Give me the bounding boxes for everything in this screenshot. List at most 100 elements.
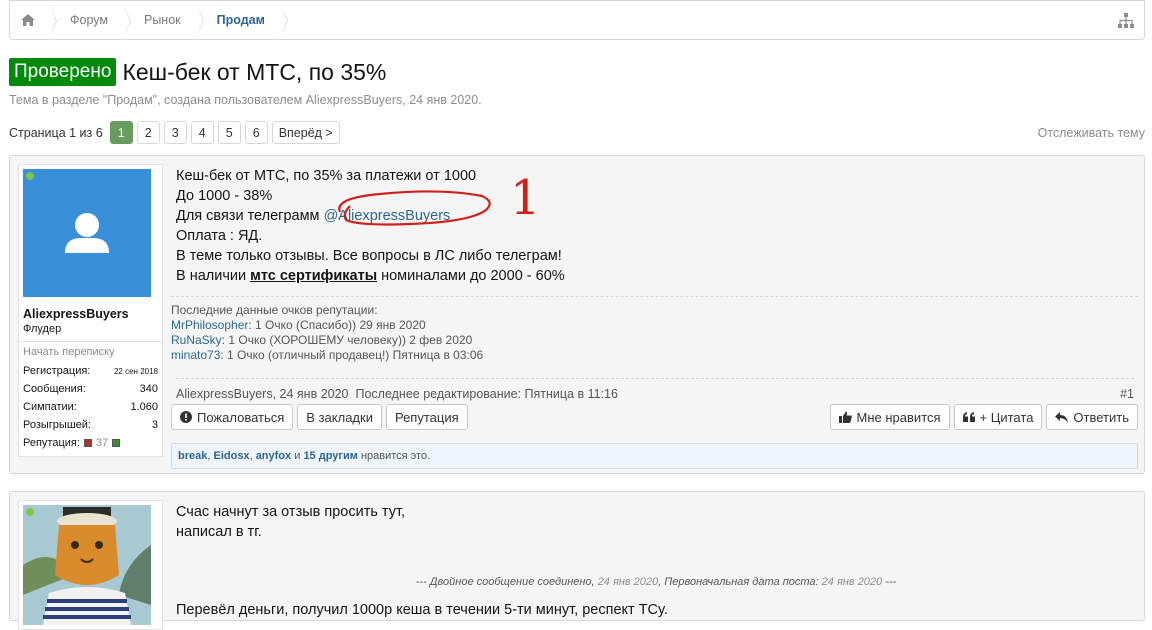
stat-value: 340 [139,383,158,395]
reply-label: Ответить [1073,409,1129,425]
report-label: Пожаловаться [197,409,285,425]
user-title: Флудер [23,323,62,335]
thread-title: Кеш-бек от МТС, по 35% [122,58,387,85]
message-text: В наличии [176,268,247,284]
post-date: 24 янв 2020 [279,387,349,401]
page-button-6[interactable]: 6 [244,121,268,144]
breadcrumb-item-sell[interactable]: Продам [195,1,289,41]
message-line: В наличии мтс сертификаты номиналами до … [176,266,1136,286]
merged-date: 24 янв 2020 [821,576,883,588]
merged-date: 24 янв 2020 [597,576,659,588]
avatar[interactable] [23,169,151,297]
certificates-link[interactable]: мтс сертификаты [250,268,377,284]
post-edited: Последнее редактирование: Пятница в 11:1… [355,387,618,401]
page-button-5[interactable]: 5 [217,121,241,144]
user-stat-row: Репутация: 37 [23,434,158,452]
rep-date: Пятница в 03:06 [392,348,484,362]
start-conversation-link[interactable]: Начать переписку [23,346,158,358]
sitemap-icon[interactable] [1118,13,1134,28]
avatar[interactable] [23,505,151,625]
report-button[interactable]: Пожаловаться [171,404,294,430]
alert-icon [180,411,192,423]
rep-plus-icon [112,439,121,447]
rep-minus-icon [83,439,92,447]
post: AliexpressBuyers Флудер Начать переписку… [9,155,1145,474]
post: Счас начнут за отзыв просить тут, написа… [9,491,1145,630]
default-user-icon [65,213,109,253]
next-page-button[interactable]: Вперёд > [271,121,340,144]
message-line: В теме только отзывы. Все вопросы в ЛС л… [176,248,562,264]
reply-button[interactable]: Ответить [1046,404,1138,430]
user-info: AliexpressBuyers Флудер Начать переписку… [18,164,163,457]
home-icon [21,14,35,26]
message-line: написал в тг. [176,524,262,540]
likes-and: и [294,450,301,462]
red-number-annotation: 1 [510,170,541,226]
rep-user-link[interactable]: minato73 [171,348,220,362]
liker-link[interactable]: anyfox [256,450,291,462]
merged-text: --- Двойное сообщение соединено, [415,576,595,588]
rep-entry: RuNaSky: 1 Очко (ХОРОШЕМУ человеку)) 2 ф… [171,333,1138,348]
page-button-1[interactable]: 1 [109,121,133,144]
like-button[interactable]: Мне нравится [829,404,950,430]
user-stat-row: Симпатии: 1.060 [23,398,158,416]
watch-thread-link[interactable]: Отслеживать тему [1038,126,1145,140]
thread-meta: Тема в разделе "Продам", создана пользов… [9,93,482,107]
rep-date: 29 янв 2020 [359,318,426,332]
stat-label: Сообщения: [23,383,86,395]
rep-text: : 1 Очко (отличный продавец!) [220,348,390,362]
likes-suffix: нравится это. [360,450,431,462]
page-button-2[interactable]: 2 [136,121,160,144]
user-stat-row: Сообщения: 340 [23,380,158,398]
like-label: Мне нравится [856,409,941,425]
post-actions: Пожаловаться В закладки Репутация Мне нр… [171,404,1138,430]
rep-user-link[interactable]: MrPhilosopher [171,318,248,332]
rep-user-link[interactable]: RuNaSky [171,333,222,347]
rep-text: : 1 Очко (Спасибо)) [248,318,357,332]
merged-text: , Первоначальная дата поста: [658,576,819,588]
message-line: Перевёл деньги, получил 1000р кеша в теч… [176,602,668,618]
user-extra: Начать переписку Регистрация: 22 сен 201… [19,341,162,456]
stat-value: 1.060 [130,401,158,413]
username[interactable]: AliexpressBuyers [19,301,162,321]
likes-others-link[interactable]: 15 другим [303,450,357,462]
page-button-3[interactable]: 3 [163,121,187,144]
quote-label: + Цитата [979,409,1034,425]
quote-icon [962,412,975,422]
message-text: Для связи телеграмм [176,208,320,224]
message-body: Счас начнут за отзыв просить тут, написа… [176,502,1136,618]
rep-date: 2 фев 2020 [409,333,473,347]
stat-value: 3 [151,419,158,431]
merged-post-notice: --- Двойное сообщение соединено, 24 янв … [176,572,1136,592]
thread-prefix-badge: Проверено [9,58,117,86]
post-actions-right: Мне нравится + Цитата Ответить [829,404,1138,430]
stat-value: 22 сен 2018 [113,366,158,376]
breadcrumb-item-market[interactable]: Рынок [122,1,204,41]
post-author-link[interactable]: AliexpressBuyers [176,387,273,401]
likes-summary: break, Eidosx, anyfox и 15 другим нравит… [171,443,1138,469]
page-button-4[interactable]: 4 [190,121,214,144]
message-line: Счас начнут за отзыв просить тут, [176,504,406,520]
bookmark-button[interactable]: В закладки [297,404,382,430]
rep-heading: Последние данные очков репутации: [171,303,378,317]
rep-entry: minato73: 1 Очко (отличный продавец!) Пя… [171,348,1138,363]
breadcrumb-item-forum[interactable]: Форум [48,1,131,41]
user-info [18,500,163,630]
online-status-icon [26,508,34,516]
user-stat-row: Розыгрышей: 3 [23,416,158,434]
post-number-link[interactable]: #1 [1120,387,1134,401]
pagination-label: Страница 1 из 6 [9,125,103,140]
liker-link[interactable]: break [178,450,207,462]
liker-link[interactable]: Eidosx [213,450,249,462]
quote-button[interactable]: + Цитата [953,404,1043,430]
stat-label: Симпатии: [23,401,77,413]
message-text: номиналами до 2000 - 60% [381,268,565,284]
stat-label: Регистрация: [23,365,91,377]
reputation-button[interactable]: Репутация [385,404,468,430]
breadcrumb-home[interactable] [10,1,57,41]
reputation-history: Последние данные очков репутации: MrPhil… [171,296,1138,363]
stat-value: 37 [95,437,109,449]
post-footer: AliexpressBuyers, 24 янв 2020 Последнее … [176,378,1134,401]
thumbs-up-icon [838,411,852,423]
reply-icon [1055,411,1069,423]
